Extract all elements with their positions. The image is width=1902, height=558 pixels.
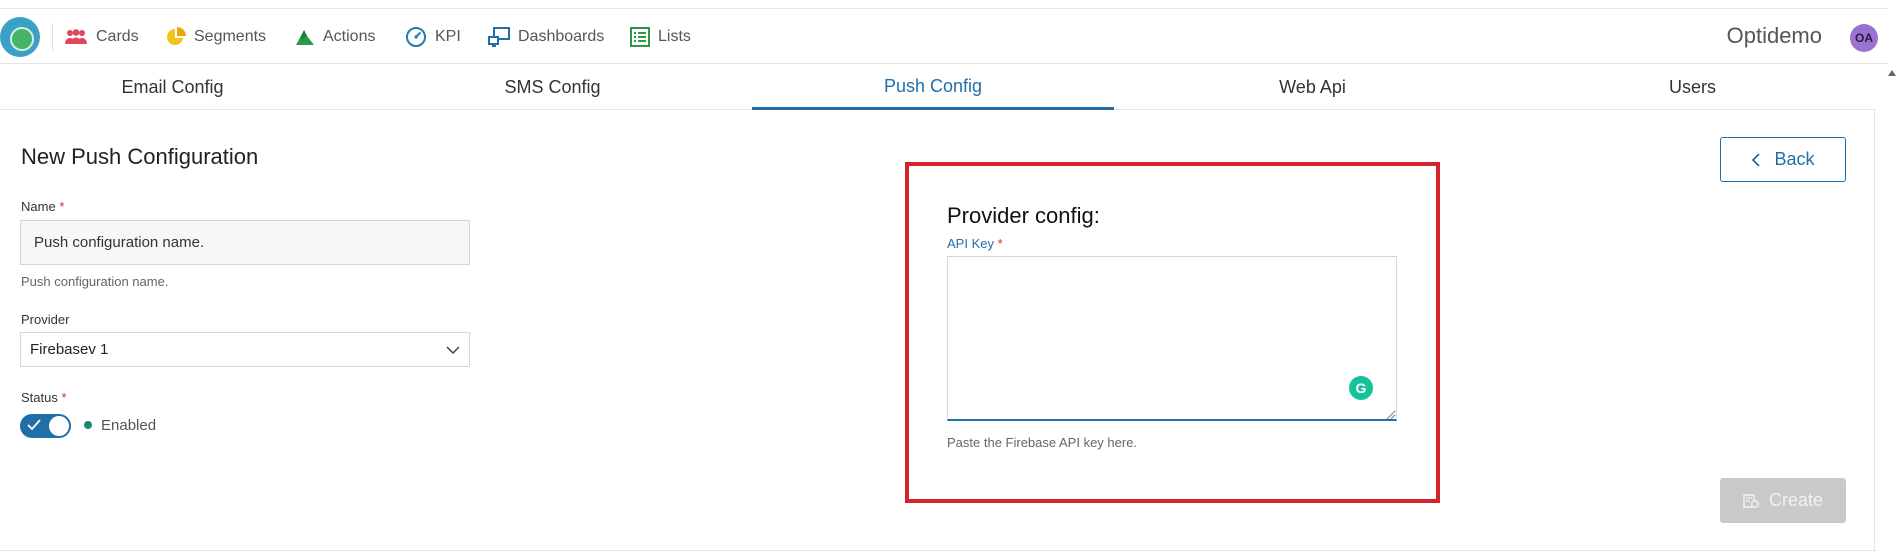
nav-divider <box>52 23 53 51</box>
name-label: Name * <box>21 199 64 214</box>
actions-icon <box>296 30 314 45</box>
status-label: Status * <box>21 390 67 405</box>
status-toggle[interactable] <box>20 414 71 438</box>
api-key-textarea[interactable] <box>947 256 1397 421</box>
api-key-hint: Paste the Firebase API key here. <box>947 435 1138 450</box>
top-nav: Cards Segments Actions KPI Dashboards Li… <box>0 8 1888 64</box>
name-hint: Push configuration name. <box>21 274 169 289</box>
back-button[interactable]: Back <box>1720 137 1846 182</box>
nav-item-label: Cards <box>96 28 139 45</box>
status-label-text: Status <box>21 390 58 405</box>
api-key-label: API Key * <box>947 236 1003 251</box>
required-marker: * <box>997 236 1003 251</box>
api-key-label-text: API Key <box>947 236 994 251</box>
nav-item-label: KPI <box>435 28 461 45</box>
app-logo[interactable] <box>0 17 40 57</box>
gauge-icon <box>406 27 426 47</box>
grammarly-icon[interactable]: G <box>1349 376 1373 400</box>
nav-item-actions[interactable]: Actions <box>295 9 375 65</box>
scroll-up-arrow-icon[interactable] <box>1888 70 1896 76</box>
nav-item-label: Dashboards <box>518 28 605 45</box>
resize-grip-icon[interactable] <box>1385 410 1395 420</box>
tab-email-config[interactable]: Email Config <box>0 65 345 110</box>
tab-users[interactable]: Users <box>1510 65 1875 110</box>
nav-item-segments[interactable]: Segments <box>166 9 266 65</box>
nav-item-label: Actions <box>323 28 376 45</box>
provider-config-title: Provider config: <box>947 203 1100 228</box>
list-icon <box>630 27 650 47</box>
create-button-label: Create <box>1768 490 1824 510</box>
name-input[interactable] <box>20 220 470 265</box>
config-tabs: Email Config SMS Config Push Config Web … <box>0 65 1876 110</box>
pie-chart-icon <box>167 27 186 45</box>
nav-item-dashboards[interactable]: Dashboards <box>488 9 604 65</box>
provider-select[interactable]: Firebasev 1 <box>20 332 470 367</box>
toggle-knob <box>48 415 70 437</box>
back-button-label: Back <box>1774 149 1815 169</box>
chevron-down-icon <box>446 345 460 354</box>
create-config-icon <box>1743 493 1759 508</box>
brand-name: Optidemo <box>1726 23 1822 48</box>
status-text: Enabled <box>101 417 157 434</box>
tab-push-config[interactable]: Push Config <box>752 65 1114 110</box>
create-button[interactable]: Create <box>1720 478 1846 523</box>
chevron-left-icon <box>1752 152 1761 167</box>
dashboard-icon <box>488 27 510 47</box>
required-marker: * <box>59 199 65 214</box>
nav-item-kpi[interactable]: KPI <box>405 9 461 65</box>
nav-item-label: Segments <box>194 28 267 45</box>
provider-label: Provider <box>21 312 70 327</box>
required-marker: * <box>61 390 67 405</box>
tab-web-api[interactable]: Web Api <box>1130 65 1495 110</box>
users-icon <box>65 29 87 44</box>
nav-item-label: Lists <box>658 28 691 45</box>
scrollbar-track[interactable] <box>1874 110 1875 551</box>
check-icon <box>27 419 41 431</box>
nav-item-lists[interactable]: Lists <box>630 9 691 65</box>
provider-select-value: Firebasev 1 <box>30 341 109 358</box>
tab-sms-config[interactable]: SMS Config <box>370 65 735 110</box>
name-label-text: Name <box>21 199 56 214</box>
page-title: New Push Configuration <box>21 144 259 169</box>
nav-item-cards[interactable]: Cards <box>64 9 139 65</box>
status-dot-icon <box>84 421 92 429</box>
bottom-divider <box>0 550 1876 551</box>
avatar[interactable]: OA <box>1850 24 1878 52</box>
